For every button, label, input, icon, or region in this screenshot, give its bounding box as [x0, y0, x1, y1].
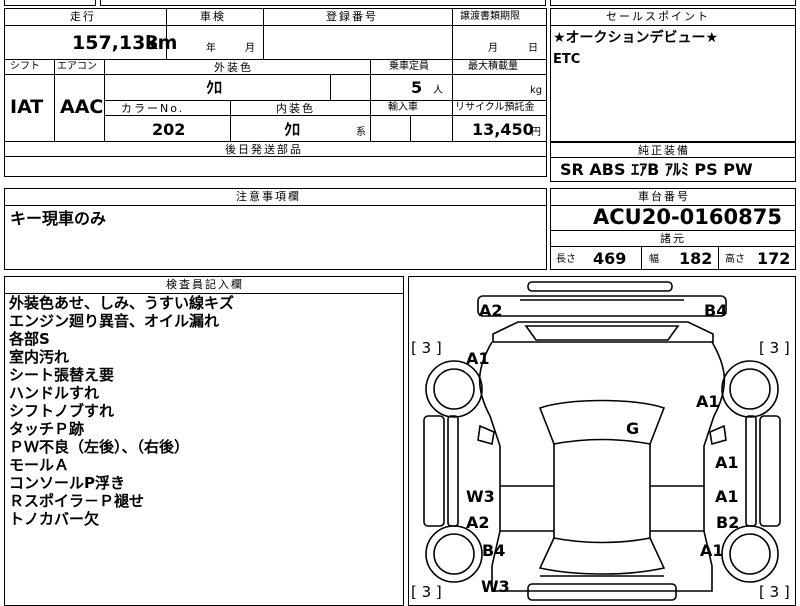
chassis-number: ACU20-0160875 — [593, 205, 782, 229]
mark-right-front-door: A1 — [715, 453, 739, 472]
transfer-label: 譲渡書類期限 — [460, 11, 520, 22]
inspector-note: 室内汚れ — [9, 348, 70, 366]
shift-value: IAT — [10, 96, 44, 118]
interior-color-suffix: 系 — [356, 127, 366, 138]
mark-left-rear-door-2: A2 — [466, 513, 490, 532]
tire-rear-left: [ 3 ] — [411, 583, 442, 601]
tire-front-right: [ 3 ] — [759, 339, 790, 357]
inspector-note: エンジン廻り異音、オイル漏れ — [9, 312, 220, 330]
recycle-label: リサイクル預託金 — [455, 102, 535, 113]
inspector-note: トノカバー欠 — [9, 510, 100, 528]
inspector-note: ＰＷ不良（左後）、（右後） — [9, 438, 190, 456]
caution-value: キー現車のみ — [10, 209, 107, 228]
tire-rear-right: [ 3 ] — [759, 583, 790, 601]
height-label: 高さ — [725, 254, 745, 265]
inspector-note: モールＡ — [9, 456, 70, 474]
transfer-day-unit: 日 — [528, 43, 538, 54]
sales-point-line1: ★オークションデビュー★ — [553, 30, 719, 46]
width-value: 182 — [679, 249, 713, 268]
inspector-note: Ｒスポイラ－Ｐ褪せ — [9, 492, 145, 510]
inspector-notes-label: 検査員記入欄 — [166, 278, 244, 291]
length-value: 469 — [593, 249, 627, 268]
mark-windshield: G — [626, 419, 640, 438]
import-label: 輸入車 — [388, 102, 418, 113]
inspector-note: 各部S — [9, 330, 50, 348]
interior-color-value: ｸﾛ — [284, 120, 301, 139]
mark-right-rear-door-1: A1 — [715, 487, 739, 506]
capacity-label: 乗車定員 — [389, 61, 429, 72]
equipment-label: 純正装備 — [638, 144, 690, 157]
width-label: 幅 — [649, 254, 659, 265]
mark-left-quarter: B4 — [482, 541, 506, 560]
mark-rear: W3 — [481, 577, 510, 596]
mark-right-quarter: A1 — [700, 541, 724, 560]
caution-label: 注意事項欄 — [236, 190, 301, 203]
length-label: 長さ — [556, 254, 576, 265]
equipment-value: SR ABS ｴｱB ｱﾙﾐ PS PW — [560, 160, 753, 179]
inspector-note: シート張替え要 — [9, 366, 115, 384]
mark-right-rear-door-2: B2 — [716, 513, 740, 532]
color-no-label: カラーNo. — [121, 102, 185, 115]
mileage-label: 走行 — [70, 10, 96, 23]
inspection-month-unit: 月 — [245, 43, 255, 54]
ac-value: AAC — [60, 96, 104, 118]
inspector-note: シフトノブすれ — [9, 402, 115, 420]
mark-front-right-bumper: B4 — [704, 301, 728, 320]
height-value: 172 — [757, 249, 791, 268]
sales-point-label: セールスポイント — [606, 10, 710, 23]
sales-point-box — [550, 8, 796, 142]
exterior-color-value: ｸﾛ — [206, 78, 223, 97]
shift-label: シフト — [10, 61, 40, 72]
inspector-note: タッチＰ跡 — [9, 420, 85, 438]
inspector-note: コンソールP浮き — [9, 474, 125, 492]
inspector-note: ハンドルすれ — [9, 384, 100, 402]
inspector-note: 外装色あせ、しみ、うすい線キズ — [9, 294, 235, 312]
vehicle-diagram — [423, 281, 781, 601]
inspection-label: 車検 — [200, 10, 226, 23]
top-strip-right — [550, 0, 796, 6]
inspection-year-unit: 年 — [206, 43, 216, 54]
mark-left-fender: A1 — [466, 349, 490, 368]
capacity-value: 5 — [411, 78, 423, 97]
tire-front-left: [ 3 ] — [411, 339, 442, 357]
top-strip-mid — [100, 0, 546, 6]
sales-point-line2: ETC — [553, 52, 581, 67]
recycle-value: 13,450 — [472, 120, 534, 139]
chassis-label: 車台番号 — [638, 190, 690, 203]
ac-label: エアコン — [57, 61, 97, 72]
registration-label: 登録番号 — [326, 10, 378, 23]
top-strip-left — [4, 0, 96, 6]
exterior-color-label: 外装色 — [214, 61, 253, 74]
mark-front-left-bumper: A2 — [479, 301, 503, 320]
mileage-unit: km — [145, 32, 178, 54]
recycle-unit: 円 — [531, 127, 541, 138]
inspector-notes-list: 外装色あせ、しみ、うすい線キズ エンジン廻り異音、オイル漏れ 各部S 室内汚れ シート張… — [9, 294, 399, 528]
color-no-value: 202 — [152, 120, 186, 139]
max-load-label: 最大積載量 — [468, 61, 518, 72]
max-load-unit: kg — [530, 85, 543, 96]
later-parts-label: 後日発送部品 — [225, 143, 303, 156]
transfer-month-unit: 月 — [488, 43, 498, 54]
dims-label: 諸元 — [660, 232, 686, 245]
mark-right-fender: A1 — [696, 392, 720, 411]
capacity-unit: 人 — [433, 85, 443, 96]
interior-color-label: 内装色 — [276, 102, 315, 115]
mark-left-rear-door-1: W3 — [466, 487, 495, 506]
